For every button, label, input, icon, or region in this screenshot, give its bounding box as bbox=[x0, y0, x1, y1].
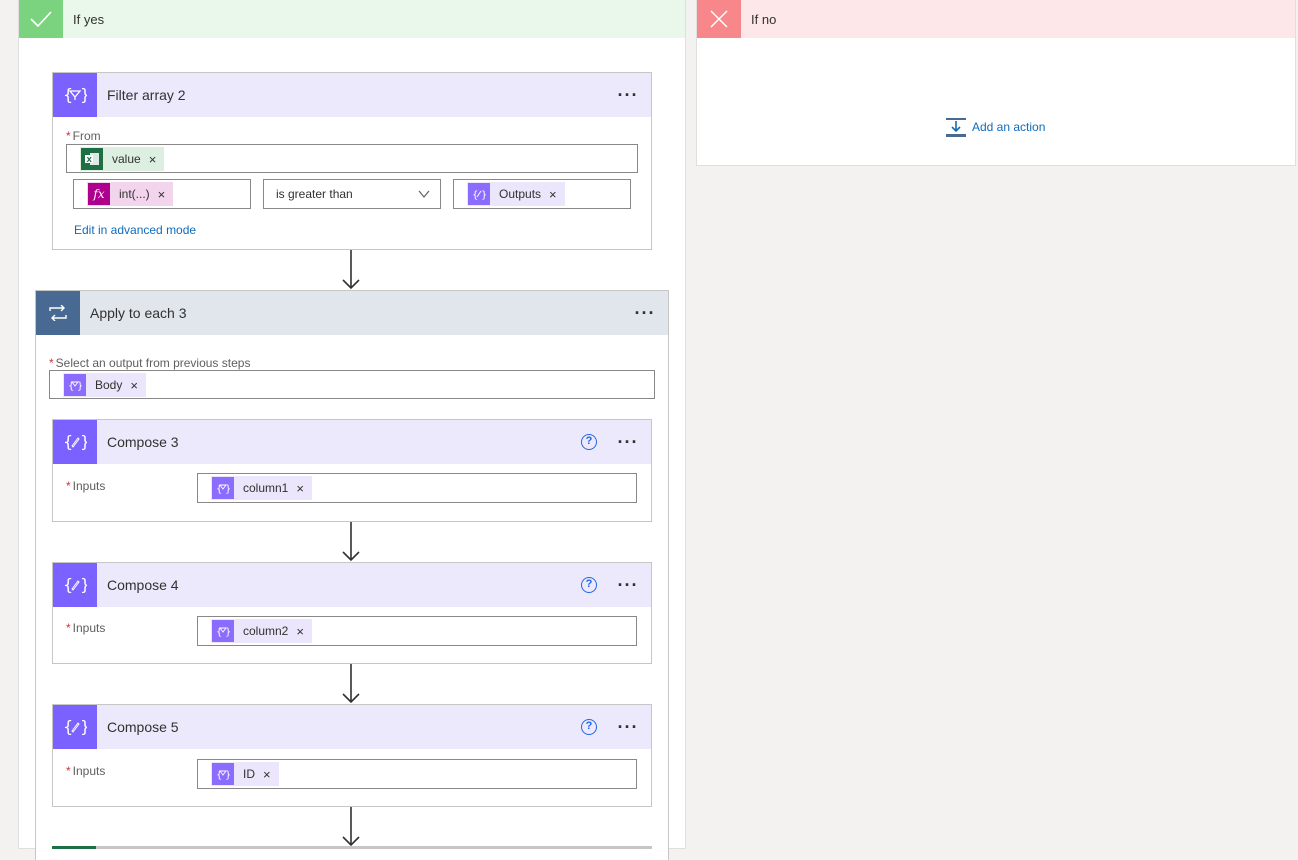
column1-token[interactable]: {} column1 × bbox=[211, 476, 312, 500]
id-token[interactable]: {} ID × bbox=[211, 762, 279, 786]
svg-text:}: } bbox=[80, 717, 87, 736]
int-expression-token[interactable]: fx int(...) × bbox=[87, 182, 174, 206]
filter-array-title: Filter array 2 bbox=[107, 87, 186, 103]
from-input[interactable]: X value × bbox=[66, 144, 638, 173]
flow-arrow-icon bbox=[342, 522, 360, 562]
add-an-action-button[interactable]: Add an action bbox=[945, 116, 1045, 138]
compose-icon: {} bbox=[53, 705, 97, 749]
inputs-field[interactable]: {} column2 × bbox=[197, 616, 637, 646]
compose-title: Compose 4 bbox=[107, 577, 179, 593]
value-token[interactable]: X value × bbox=[80, 147, 165, 171]
help-icon[interactable]: ? bbox=[581, 719, 597, 735]
column2-token[interactable]: {} column2 × bbox=[211, 619, 312, 643]
svg-text:}: } bbox=[481, 190, 486, 201]
from-label: * From bbox=[66, 129, 101, 143]
select-output-input[interactable]: {} Body × bbox=[49, 370, 655, 399]
compose-card: {} Compose 4 ? ··· *Inputs {} column2 × bbox=[52, 562, 652, 664]
compose-icon: {} bbox=[53, 563, 97, 607]
filter-array-icon: {} bbox=[212, 620, 234, 642]
svg-text:}: } bbox=[80, 575, 87, 594]
svg-text:}: } bbox=[80, 85, 87, 104]
column1-token-label: column1 bbox=[243, 481, 289, 495]
select-output-label: * Select an output from previous steps bbox=[49, 356, 251, 370]
compose-icon: {} bbox=[468, 183, 490, 205]
filter-array-header[interactable]: { } Filter array 2 ··· bbox=[53, 73, 651, 117]
chevron-down-icon bbox=[418, 188, 430, 203]
filter-array-icon: {} bbox=[212, 477, 234, 499]
if-no-title: If no bbox=[751, 11, 777, 27]
id-token-label: ID bbox=[243, 767, 255, 781]
svg-text:{: { bbox=[63, 575, 73, 594]
compose-header[interactable]: {} Compose 5 ? ··· bbox=[53, 705, 651, 749]
remove-value-token-button[interactable]: × bbox=[149, 152, 165, 167]
svg-text:{: { bbox=[63, 432, 73, 451]
flow-arrow-icon bbox=[342, 250, 360, 290]
remove-id-token-button[interactable]: × bbox=[263, 767, 279, 782]
compose-header[interactable]: {} Compose 4 ? ··· bbox=[53, 563, 651, 607]
close-icon bbox=[697, 0, 741, 38]
if-yes-title: If yes bbox=[73, 11, 105, 27]
inputs-field[interactable]: {} ID × bbox=[197, 759, 637, 789]
compose-title: Compose 3 bbox=[107, 434, 179, 450]
fx-icon: fx bbox=[88, 183, 110, 205]
inputs-label: * Inputs bbox=[66, 479, 106, 493]
more-options-button[interactable]: ··· bbox=[605, 73, 651, 117]
compose-card: {} Compose 3 ? ··· *Inputs {} column1 × bbox=[52, 419, 652, 522]
int-expression-label: int(...) bbox=[119, 187, 150, 201]
if-yes-header[interactable]: If yes bbox=[19, 0, 685, 38]
apply-to-each-title: Apply to each 3 bbox=[90, 305, 187, 321]
outputs-token[interactable]: {} Outputs × bbox=[467, 182, 565, 206]
checkmark-icon bbox=[19, 0, 63, 38]
inputs-field[interactable]: {} column1 × bbox=[197, 473, 637, 503]
compose-title: Compose 5 bbox=[107, 719, 179, 735]
compose-card: {} Compose 5 ? ··· *Inputs {} ID × bbox=[52, 704, 652, 807]
help-icon[interactable]: ? bbox=[581, 434, 597, 450]
excel-icon: X bbox=[81, 148, 103, 170]
outputs-token-label: Outputs bbox=[499, 187, 542, 201]
compose-header[interactable]: {} Compose 3 ? ··· bbox=[53, 420, 651, 464]
svg-text:{: { bbox=[216, 484, 222, 495]
svg-text:{: { bbox=[63, 717, 73, 736]
flow-arrow-icon bbox=[342, 664, 360, 704]
if-no-header[interactable]: If no bbox=[697, 0, 1295, 38]
add-action-icon bbox=[945, 116, 967, 138]
help-icon[interactable]: ? bbox=[581, 577, 597, 593]
condition-right-input[interactable]: {} Outputs × bbox=[453, 179, 631, 209]
remove-outputs-token-button[interactable]: × bbox=[549, 187, 565, 202]
remove-column2-token-button[interactable]: × bbox=[296, 624, 312, 639]
loop-icon bbox=[36, 291, 80, 335]
apply-to-each-header[interactable]: Apply to each 3 ··· bbox=[36, 291, 668, 335]
more-options-button[interactable]: ··· bbox=[605, 563, 651, 607]
filter-array-icon: {} bbox=[64, 374, 86, 396]
compose-icon: {} bbox=[53, 420, 97, 464]
body-token-label: Body bbox=[95, 378, 123, 392]
operator-select[interactable]: is greater than bbox=[263, 179, 441, 209]
filter-array-icon: {} bbox=[212, 763, 234, 785]
more-options-button[interactable]: ··· bbox=[605, 705, 651, 749]
filter-array-icon: { } bbox=[53, 73, 97, 117]
remove-int-token-button[interactable]: × bbox=[158, 187, 174, 202]
body-token[interactable]: {} Body × bbox=[63, 373, 146, 397]
more-options-button[interactable]: ··· bbox=[605, 420, 651, 464]
inputs-label: * Inputs bbox=[66, 621, 106, 635]
add-an-action-label: Add an action bbox=[972, 120, 1046, 134]
more-options-button[interactable]: ··· bbox=[622, 291, 668, 335]
remove-body-token-button[interactable]: × bbox=[130, 378, 146, 393]
filter-array-card: { } Filter array 2 ··· *From X value × f… bbox=[52, 72, 652, 250]
flow-arrow-icon bbox=[342, 807, 360, 847]
svg-text:X: X bbox=[87, 156, 93, 164]
column2-token-label: column2 bbox=[243, 624, 289, 638]
edit-advanced-mode-link[interactable]: Edit in advanced mode bbox=[74, 223, 196, 237]
inputs-label: * Inputs bbox=[66, 764, 106, 778]
condition-left-input[interactable]: fx int(...) × bbox=[73, 179, 251, 209]
svg-text:{: { bbox=[216, 770, 222, 781]
svg-text:}: } bbox=[80, 432, 87, 451]
value-token-label: value bbox=[112, 152, 141, 166]
svg-text:{: { bbox=[216, 627, 222, 638]
svg-text:{: { bbox=[63, 85, 73, 104]
if-no-branch: If no Add an action bbox=[696, 0, 1296, 166]
svg-text:{: { bbox=[68, 381, 74, 392]
remove-column1-token-button[interactable]: × bbox=[296, 481, 312, 496]
operator-value: is greater than bbox=[276, 187, 353, 201]
